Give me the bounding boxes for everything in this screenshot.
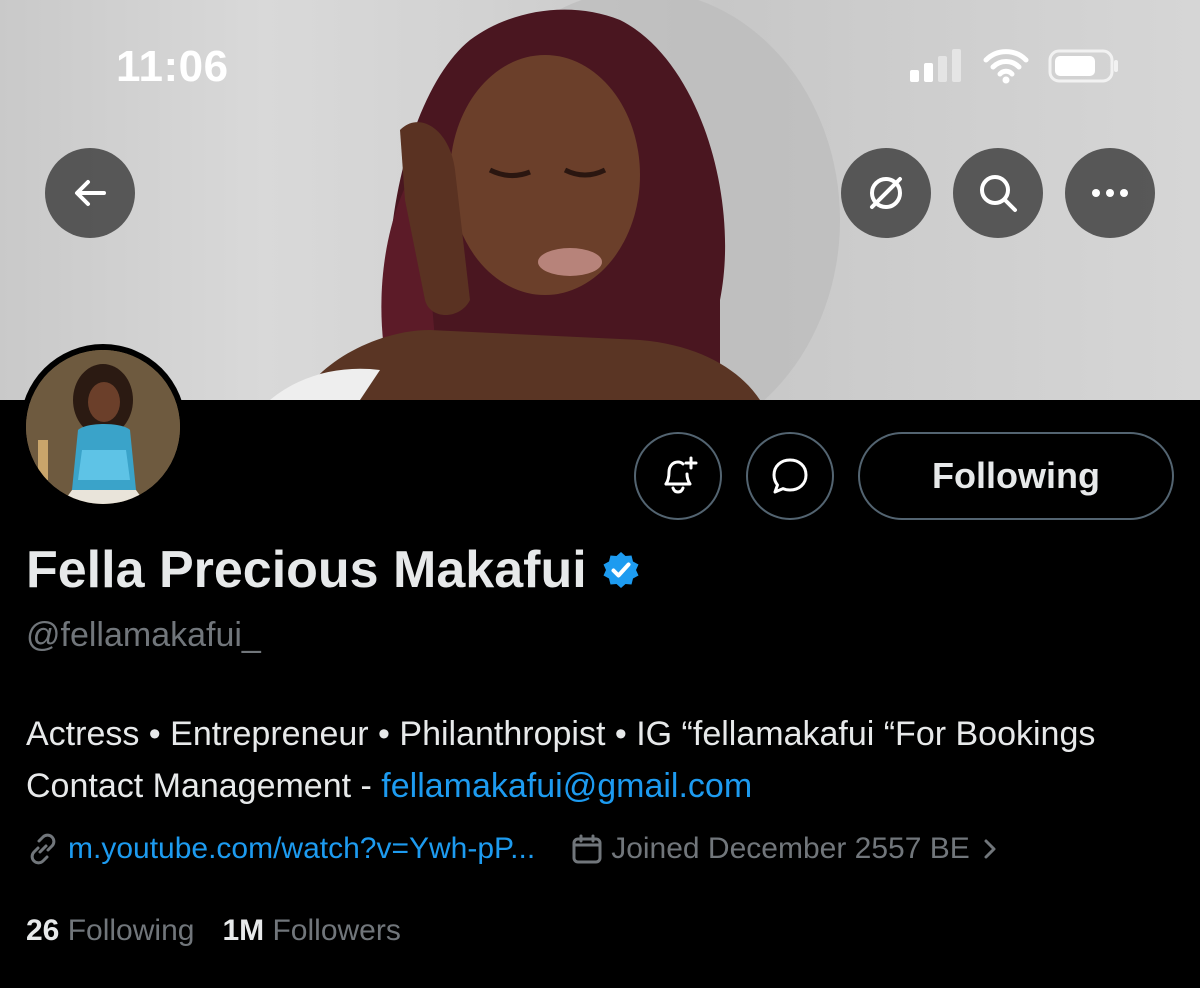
avatar-photo (26, 350, 180, 504)
search-button[interactable] (953, 148, 1043, 238)
following-button[interactable]: Following (858, 432, 1174, 520)
battery-icon (1048, 49, 1118, 83)
chevron-right-icon (984, 839, 996, 859)
verified-badge-icon[interactable] (601, 550, 641, 590)
more-horizontal-icon (1092, 189, 1128, 197)
website-url[interactable]: m.youtube.com/watch?v=Ywh-pP... (68, 832, 535, 866)
profile-meta: m.youtube.com/watch?v=Ywh-pP... Joined D… (26, 832, 1002, 866)
follow-counts: 26 Following 1M Followers (26, 914, 401, 948)
followers-count-link[interactable]: 1M Followers (222, 914, 400, 948)
notifications-button[interactable] (634, 432, 722, 520)
slash-circle-icon (870, 177, 902, 209)
bio-email-link[interactable]: fellamakafui@gmail.com (381, 767, 752, 805)
status-icons (908, 48, 1120, 84)
following-label: Following (67, 914, 195, 947)
link-icon (30, 833, 56, 865)
wifi-icon (983, 49, 1029, 84)
more-button[interactable] (1065, 148, 1155, 238)
arrow-left-icon (75, 180, 106, 206)
profile-banner[interactable]: 11:06 (0, 0, 1200, 400)
following-count-link[interactable]: 26 Following (26, 914, 194, 948)
display-name: Fella Precious Makafui (26, 541, 587, 599)
message-button[interactable] (746, 432, 834, 520)
joined-text: Joined December 2557 BE (611, 832, 970, 865)
grok-button[interactable] (841, 148, 931, 238)
status-time: 11:06 (116, 42, 229, 91)
search-icon (980, 175, 1017, 212)
following-count: 26 (26, 914, 60, 947)
followers-count: 1M (222, 914, 265, 947)
bio: Actress • Entrepreneur • Philanthropist … (26, 708, 1166, 812)
joined-date[interactable]: Joined December 2557 BE (571, 832, 1002, 866)
bell-plus-icon (664, 456, 698, 494)
display-name-row: Fella Precious Makafui (26, 540, 641, 600)
followers-label: Followers (272, 914, 401, 947)
signal-icon (910, 49, 961, 82)
message-bubble-icon (772, 458, 808, 494)
website-link[interactable]: m.youtube.com/watch?v=Ywh-pP... (26, 832, 535, 866)
calendar-icon (572, 834, 602, 864)
back-button[interactable] (45, 148, 135, 238)
handle: @fellamakafui_ (26, 616, 261, 654)
avatar[interactable] (20, 344, 186, 510)
